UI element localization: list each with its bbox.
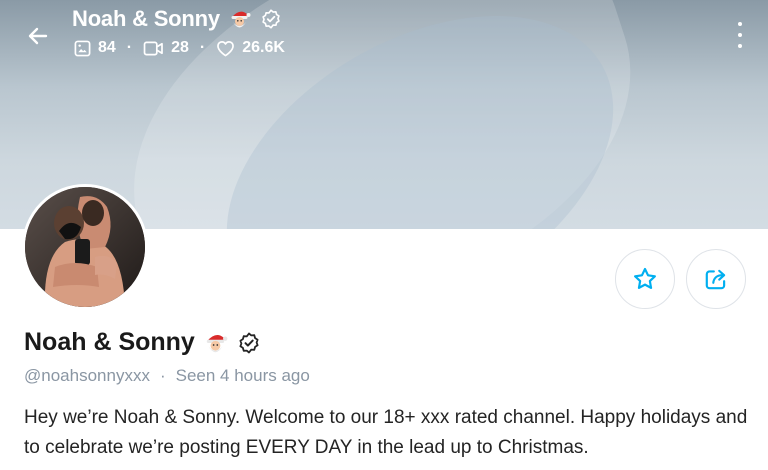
more-vertical-icon <box>738 33 742 37</box>
avatar[interactable] <box>22 184 148 310</box>
header-title-row: Noah & Sonny <box>72 6 282 32</box>
more-vertical-icon <box>738 44 742 48</box>
profile-meta: @noahsonnyxxx · Seen 4 hours ago <box>24 366 310 386</box>
image-icon <box>74 40 91 56</box>
star-icon <box>634 267 656 289</box>
profile-name: Noah & Sonny <box>24 328 195 356</box>
back-button[interactable] <box>22 20 54 52</box>
more-vertical-icon <box>738 22 742 26</box>
arrow-left-icon <box>28 27 48 45</box>
separator-dot: · <box>126 39 133 56</box>
stat-likes: 26.6K <box>216 39 285 57</box>
santa-emoji-icon <box>206 334 228 352</box>
header-stats: 84 · 28 · 26.6K <box>74 39 285 57</box>
verified-badge-icon <box>262 9 280 29</box>
videos-count: 28 <box>171 39 189 56</box>
header-title: Noah & Sonny <box>72 6 220 31</box>
profile-name-row: Noah & Sonny <box>24 328 261 357</box>
photos-count: 84 <box>98 39 116 56</box>
profile-bio: Hey we’re Noah & Sonny. Welcome to our 1… <box>24 407 748 458</box>
favorite-button[interactable] <box>615 249 675 309</box>
heart-icon <box>217 40 235 56</box>
likes-count: 26.6K <box>242 39 285 56</box>
more-options-button[interactable] <box>728 22 752 48</box>
share-icon <box>705 269 726 290</box>
video-icon <box>143 41 163 55</box>
separator-dot: · <box>199 39 206 56</box>
avatar-photo <box>25 187 145 307</box>
top-bar: Noah & Sonny 84 · 28 · 26.6K <box>0 0 768 70</box>
username: @noahsonnyxxx <box>24 366 150 385</box>
verified-badge-icon <box>239 332 259 353</box>
share-button[interactable] <box>686 249 746 309</box>
santa-emoji-icon <box>231 11 251 28</box>
separator-dot: · <box>159 366 166 385</box>
stat-photos: 84 <box>74 39 116 57</box>
last-seen: Seen 4 hours ago <box>175 366 310 385</box>
stat-videos: 28 <box>143 39 189 57</box>
